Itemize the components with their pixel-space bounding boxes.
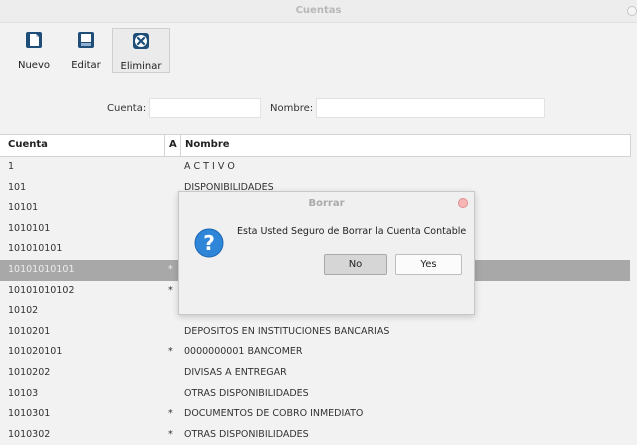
table-row[interactable]: 1010301 * DOCUMENTOS DE COBRO INMEDIATO bbox=[0, 404, 630, 425]
cell-nombre: DIVISAS A ENTREGAR bbox=[184, 366, 287, 378]
cell-cuenta: 10101 bbox=[8, 202, 39, 214]
table-row[interactable]: 1010302 * OTRAS DISPONIBILIDADES bbox=[0, 425, 630, 445]
cell-cuenta: 1010202 bbox=[8, 366, 51, 378]
new-button-label: Nuevo bbox=[17, 60, 50, 71]
cell-a: * bbox=[168, 408, 173, 420]
table-row[interactable]: 101020101 * 0000000001 BANCOMER bbox=[0, 342, 630, 363]
cell-cuenta: 10103 bbox=[8, 387, 39, 399]
cell-cuenta: 1010201 bbox=[8, 325, 51, 337]
cell-nombre: DOCUMENTOS DE COBRO INMEDIATO bbox=[184, 408, 364, 420]
delete-button-label: Eliminar bbox=[120, 61, 162, 72]
cuenta-filter-input[interactable] bbox=[149, 98, 261, 118]
cell-a: * bbox=[168, 428, 173, 440]
table-row[interactable]: 1010201 DEPOSITOS EN INSTITUCIONES BANCAR… bbox=[0, 322, 630, 343]
no-button[interactable]: No bbox=[324, 254, 387, 275]
table-row[interactable]: 10103 OTRAS DISPONIBILIDADES bbox=[0, 384, 630, 405]
cell-cuenta: 10102 bbox=[8, 305, 39, 317]
title-bar: Cuentas bbox=[0, 0, 637, 23]
new-button[interactable]: Nuevo bbox=[8, 28, 60, 73]
cell-nombre: 0000000001 BANCOMER bbox=[184, 346, 303, 358]
cell-nombre: OTRAS DISPONIBILIDADES bbox=[184, 387, 309, 399]
column-header-a[interactable]: A bbox=[169, 139, 177, 150]
cuenta-filter-label: Cuenta: bbox=[107, 103, 147, 114]
dialog-message: Esta Usted Seguro de Borrar la Cuenta Co… bbox=[237, 226, 467, 237]
filter-bar: Cuenta: Nombre: bbox=[0, 96, 637, 122]
cell-cuenta: 101 bbox=[8, 181, 27, 193]
cell-a: * bbox=[168, 284, 173, 296]
column-divider[interactable] bbox=[164, 135, 165, 156]
column-header-cuenta[interactable]: Cuenta bbox=[8, 139, 48, 150]
table-header: Cuenta A Nombre bbox=[0, 134, 631, 157]
table-row[interactable]: 1010202 DIVISAS A ENTREGAR bbox=[0, 363, 630, 384]
toolbar: Nuevo Editar Eliminar bbox=[8, 28, 170, 73]
nombre-filter-label: Nombre: bbox=[270, 103, 314, 114]
cell-a: * bbox=[168, 346, 173, 358]
cell-cuenta: 10101010101 bbox=[8, 263, 75, 275]
column-header-nombre[interactable]: Nombre bbox=[185, 139, 230, 150]
cell-cuenta: 1010302 bbox=[8, 428, 51, 440]
cell-cuenta: 10101010102 bbox=[8, 284, 75, 296]
dialog-title: Borrar bbox=[308, 198, 345, 209]
edit-button-label: Editar bbox=[71, 60, 101, 71]
edit-button[interactable]: Editar bbox=[60, 28, 112, 73]
cell-cuenta: 1010301 bbox=[8, 408, 51, 420]
svg-text:?: ? bbox=[203, 231, 215, 255]
cell-cuenta: 101020101 bbox=[8, 346, 63, 358]
confirm-delete-dialog: Borrar ? Esta Usted Seguro de Borrar la … bbox=[178, 191, 475, 315]
new-document-icon bbox=[26, 32, 42, 48]
nombre-filter-input[interactable] bbox=[316, 98, 545, 118]
column-divider[interactable] bbox=[180, 135, 181, 156]
dialog-close-button[interactable] bbox=[458, 198, 468, 208]
edit-form-icon bbox=[78, 32, 94, 48]
cell-nombre: OTRAS DISPONIBILIDADES bbox=[184, 428, 309, 440]
cell-a: * bbox=[168, 263, 173, 275]
table-row[interactable]: 1 A C T I V O bbox=[0, 157, 630, 178]
window-close-button[interactable] bbox=[627, 6, 637, 16]
delete-button[interactable]: Eliminar bbox=[112, 28, 170, 73]
cell-cuenta: 101010101 bbox=[8, 243, 63, 255]
question-icon: ? bbox=[194, 228, 224, 258]
cell-nombre: DEPOSITOS EN INSTITUCIONES BANCARIAS bbox=[184, 325, 390, 337]
yes-button[interactable]: Yes bbox=[395, 254, 462, 275]
window-title: Cuentas bbox=[295, 5, 342, 16]
cell-cuenta: 1010101 bbox=[8, 222, 51, 234]
cell-cuenta: 1 bbox=[8, 161, 15, 172]
cell-nombre: A C T I V O bbox=[184, 161, 235, 172]
delete-x-icon bbox=[133, 33, 149, 49]
